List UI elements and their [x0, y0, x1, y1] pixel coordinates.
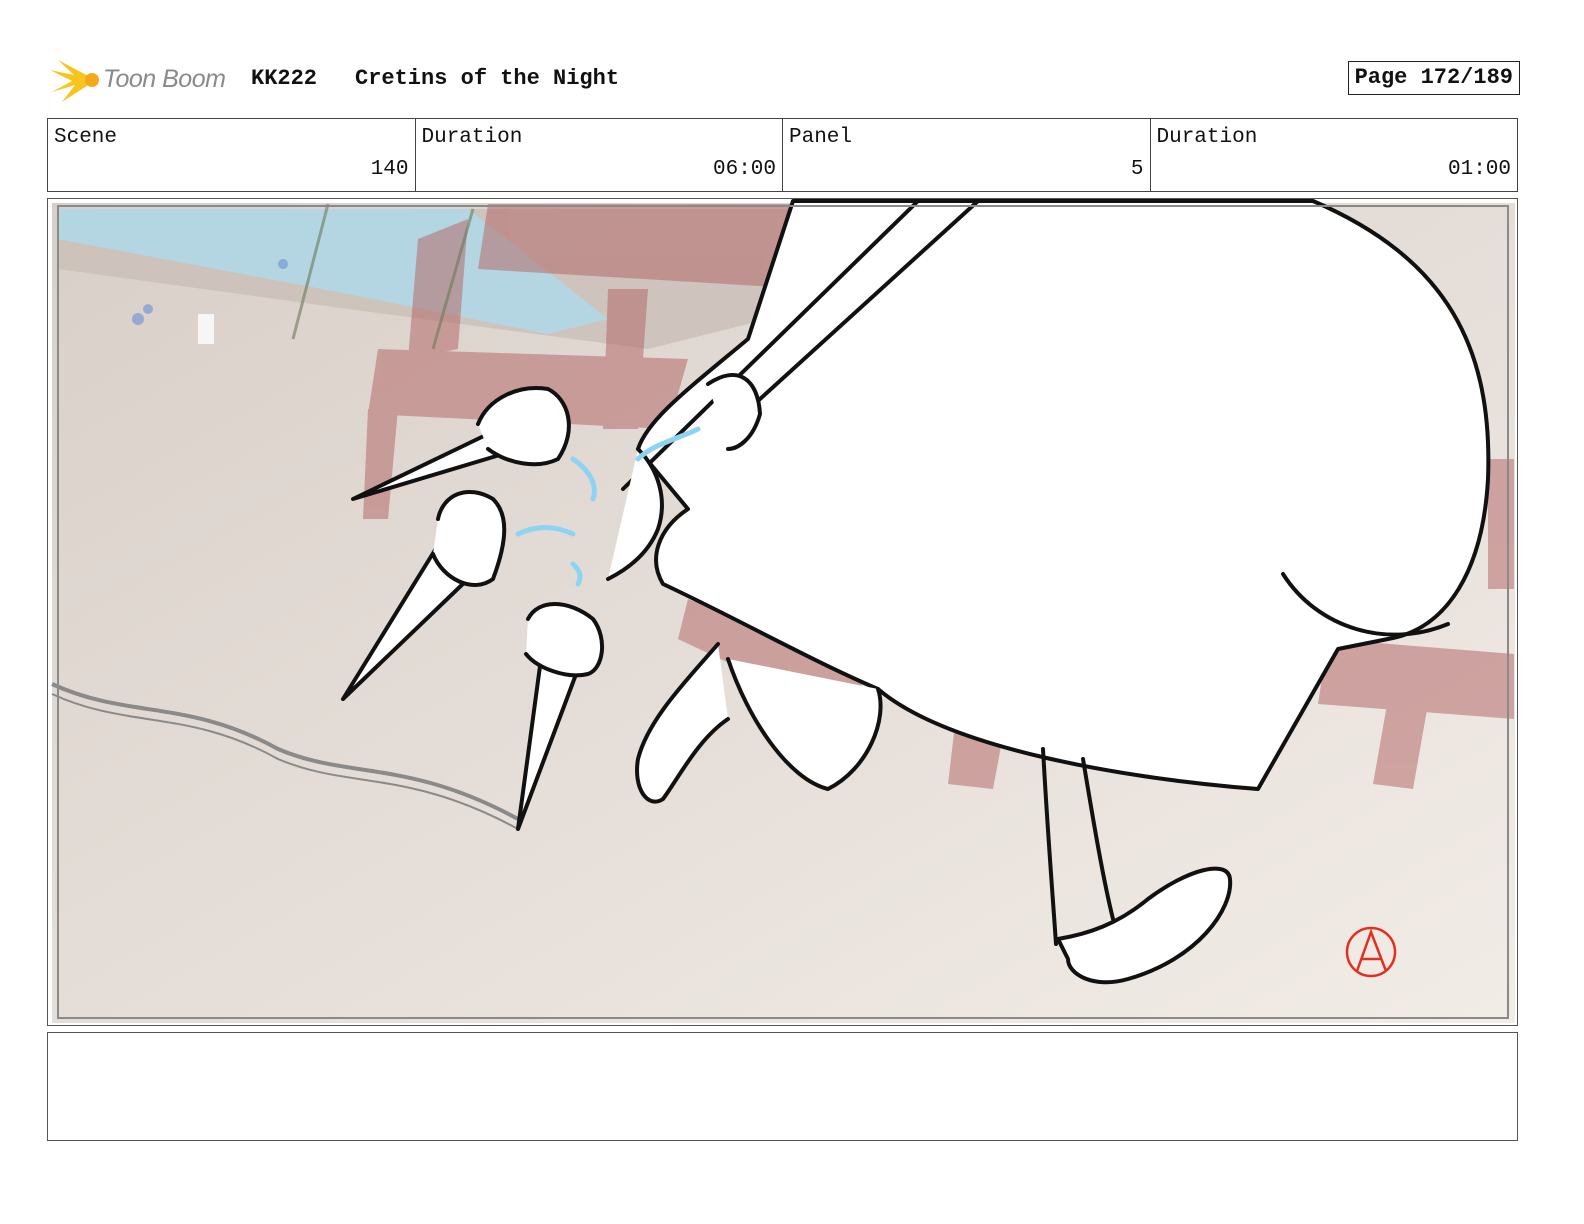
logo-text: Toon Boom: [103, 65, 226, 93]
scene-duration-value: 06:00: [712, 158, 776, 181]
storyboard-panel: [47, 198, 1518, 1026]
project-code: KK222: [251, 66, 318, 91]
scene-info-table: Scene 140 Duration 06:00 Panel 5 Duratio…: [47, 118, 1518, 192]
logo-burst-icon: [50, 60, 99, 102]
toon-boom-logo: Toon Boom: [48, 52, 238, 108]
panel-value: 5: [1130, 158, 1144, 181]
storyboard-panel-drawing: [51, 199, 1515, 1023]
scene-label: Scene: [54, 126, 118, 149]
panel-duration-cell: Duration 01:00: [1151, 119, 1518, 191]
page-number-badge: Page 172/189: [1347, 61, 1520, 95]
panel-duration-label: Duration: [1156, 126, 1258, 149]
page-header: Toon Boom KK222 Cretins of the Night Pag…: [48, 52, 1520, 108]
scene-duration-cell: Duration 06:00: [416, 119, 783, 191]
project-title: Cretins of the Night: [355, 66, 620, 91]
scene-cell: Scene 140: [48, 119, 416, 191]
scene-value: 140: [370, 158, 409, 181]
scene-duration-label: Duration: [421, 126, 523, 149]
panel-label: Panel: [789, 126, 853, 149]
panel-duration-value: 01:00: [1447, 158, 1511, 181]
panel-notes-box: [47, 1032, 1518, 1141]
panel-cell: Panel 5: [783, 119, 1151, 191]
